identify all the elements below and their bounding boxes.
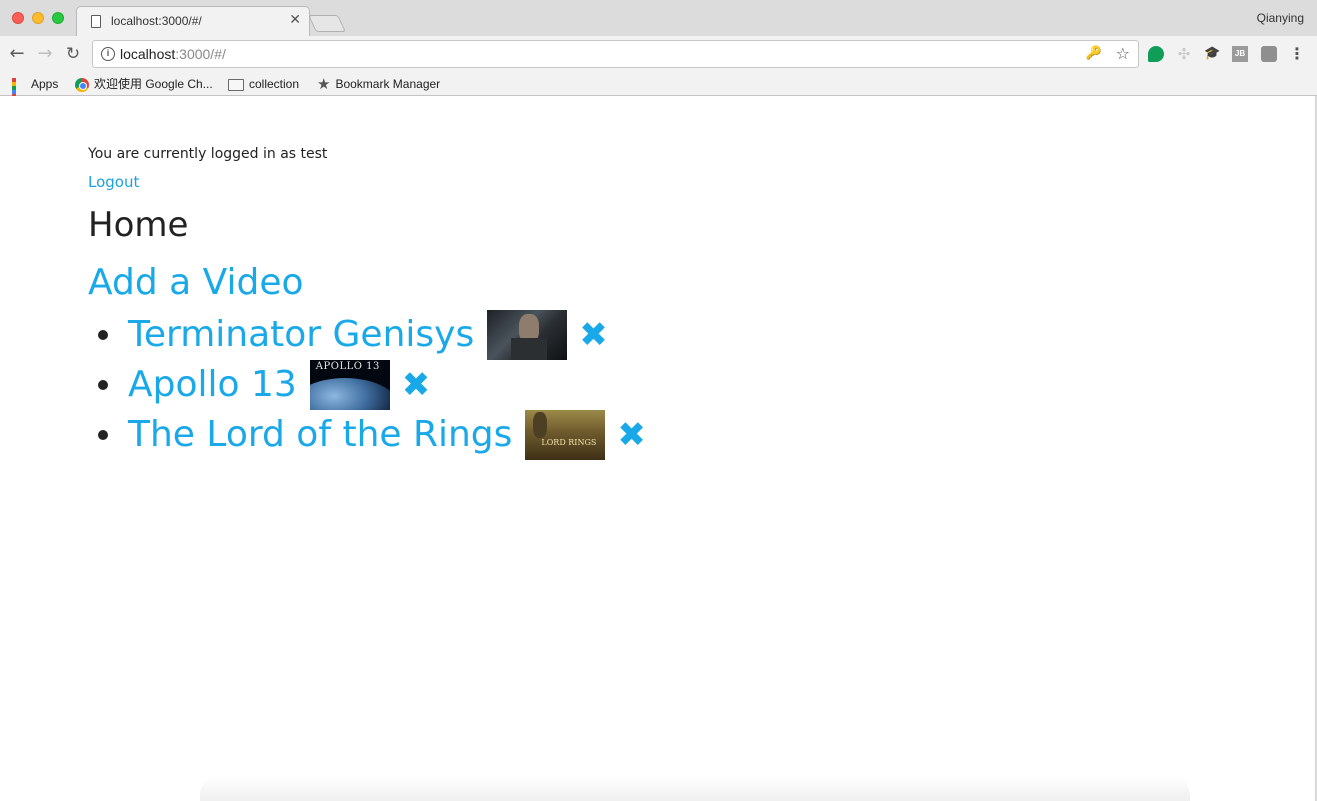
url-text[interactable]: localhost:3000/#/ xyxy=(120,46,226,62)
graduation-cap-extension-icon[interactable]: 🎓 xyxy=(1204,46,1220,62)
thumbnail-text: APOLLO 13 xyxy=(315,361,380,372)
thumbnail-text: LORD RINGS xyxy=(541,438,597,447)
bookmark-label: 欢迎使用 Google Ch... xyxy=(94,77,213,91)
add-video-link[interactable]: Add a Video xyxy=(88,262,646,304)
login-status: You are currently logged in as test xyxy=(88,146,328,162)
browser-toolbar: ← → ↻ i localhost:3000/#/ 🔑 ☆ xyxy=(0,36,1317,72)
page-icon xyxy=(91,15,101,28)
bookmark-star-icon[interactable]: ☆ xyxy=(1116,44,1130,63)
list-item: The Lord of the Rings LORD RINGS ✖ xyxy=(88,410,646,460)
video-link[interactable]: Apollo 13 xyxy=(128,360,297,410)
maximize-window-button[interactable] xyxy=(52,12,64,24)
folder-icon xyxy=(228,78,244,91)
bookmarks-bar: Apps 欢迎使用 Google Ch... collection ★ Bookm… xyxy=(0,72,1317,114)
thumbnail-earth xyxy=(309,378,390,410)
menu-icon[interactable]: ⋮ xyxy=(1289,46,1305,62)
url-path: :3000/#/ xyxy=(175,46,226,62)
bookmark-apps[interactable]: Apps xyxy=(12,75,59,114)
back-arrow-icon[interactable]: ← xyxy=(6,43,28,65)
terminator-genisys-thumbnail[interactable] xyxy=(487,310,568,360)
bookmark-label: Apps xyxy=(31,77,59,91)
key-icon[interactable]: 🔑 xyxy=(1086,46,1102,61)
browser-tab[interactable]: localhost:3000/#/ ✕ xyxy=(76,6,310,36)
address-bar[interactable]: i localhost:3000/#/ 🔑 ☆ xyxy=(92,40,1139,68)
list-item: Terminator Genisys ✖ xyxy=(88,310,646,360)
thumbnail-figure xyxy=(533,412,548,438)
video-link[interactable]: The Lord of the Rings xyxy=(128,410,512,460)
browser-chrome: localhost:3000/#/ ✕ Qianying ← → ↻ i loc… xyxy=(0,0,1317,114)
profile-name[interactable]: Qianying xyxy=(1257,11,1304,25)
info-icon[interactable]: i xyxy=(101,47,115,61)
bullet-icon xyxy=(98,430,108,440)
apps-grid-icon xyxy=(12,77,26,114)
bookmark-manager[interactable]: ★ Bookmark Manager xyxy=(317,75,440,93)
page-content: You are currently logged in as test Logo… xyxy=(88,146,646,460)
bookmark-label: collection xyxy=(249,77,300,91)
tab-title: localhost:3000/#/ xyxy=(111,14,202,28)
bookmark-collection[interactable]: collection xyxy=(228,75,299,93)
tab-close-icon[interactable]: ✕ xyxy=(289,12,301,28)
dock-shadow xyxy=(200,775,1190,801)
jb-extension-icon[interactable]: JB xyxy=(1232,46,1248,62)
url-host: localhost xyxy=(120,46,176,62)
star-icon: ★ xyxy=(317,75,331,93)
lord-of-the-rings-thumbnail[interactable]: LORD RINGS xyxy=(525,410,606,460)
apollo-13-thumbnail[interactable]: APOLLO 13 xyxy=(309,360,390,410)
page-viewport: You are currently logged in as test Logo… xyxy=(0,96,1317,801)
video-list: Terminator Genisys ✖ Apollo 13 APOLLO 13… xyxy=(88,310,646,460)
tab-strip: localhost:3000/#/ ✕ Qianying xyxy=(0,0,1317,36)
reload-icon[interactable]: ↻ xyxy=(62,43,84,65)
bookmark-label: Bookmark Manager xyxy=(335,77,441,91)
forward-arrow-icon[interactable]: → xyxy=(34,43,56,65)
puzzle-extension-icon[interactable]: ✣ xyxy=(1176,46,1192,62)
hangouts-extension-icon[interactable] xyxy=(1148,46,1164,62)
delete-x-icon[interactable]: ✖ xyxy=(579,310,608,360)
list-item: Apollo 13 APOLLO 13 ✖ xyxy=(88,360,646,410)
close-window-button[interactable] xyxy=(12,12,24,24)
bookmark-google-chrome[interactable]: 欢迎使用 Google Ch... xyxy=(75,75,213,93)
delete-x-icon[interactable]: ✖ xyxy=(617,410,646,460)
bullet-icon xyxy=(98,380,108,390)
chrome-icon xyxy=(75,77,89,92)
thumbnail-body xyxy=(511,338,548,360)
video-link[interactable]: Terminator Genisys xyxy=(128,310,474,360)
extension-icon[interactable] xyxy=(1261,46,1277,62)
page-title: Home xyxy=(88,205,189,245)
bullet-icon xyxy=(98,330,108,340)
delete-x-icon[interactable]: ✖ xyxy=(402,360,431,410)
logout-link[interactable]: Logout xyxy=(88,173,646,191)
minimize-window-button[interactable] xyxy=(32,12,44,24)
new-tab-button[interactable] xyxy=(308,15,346,32)
